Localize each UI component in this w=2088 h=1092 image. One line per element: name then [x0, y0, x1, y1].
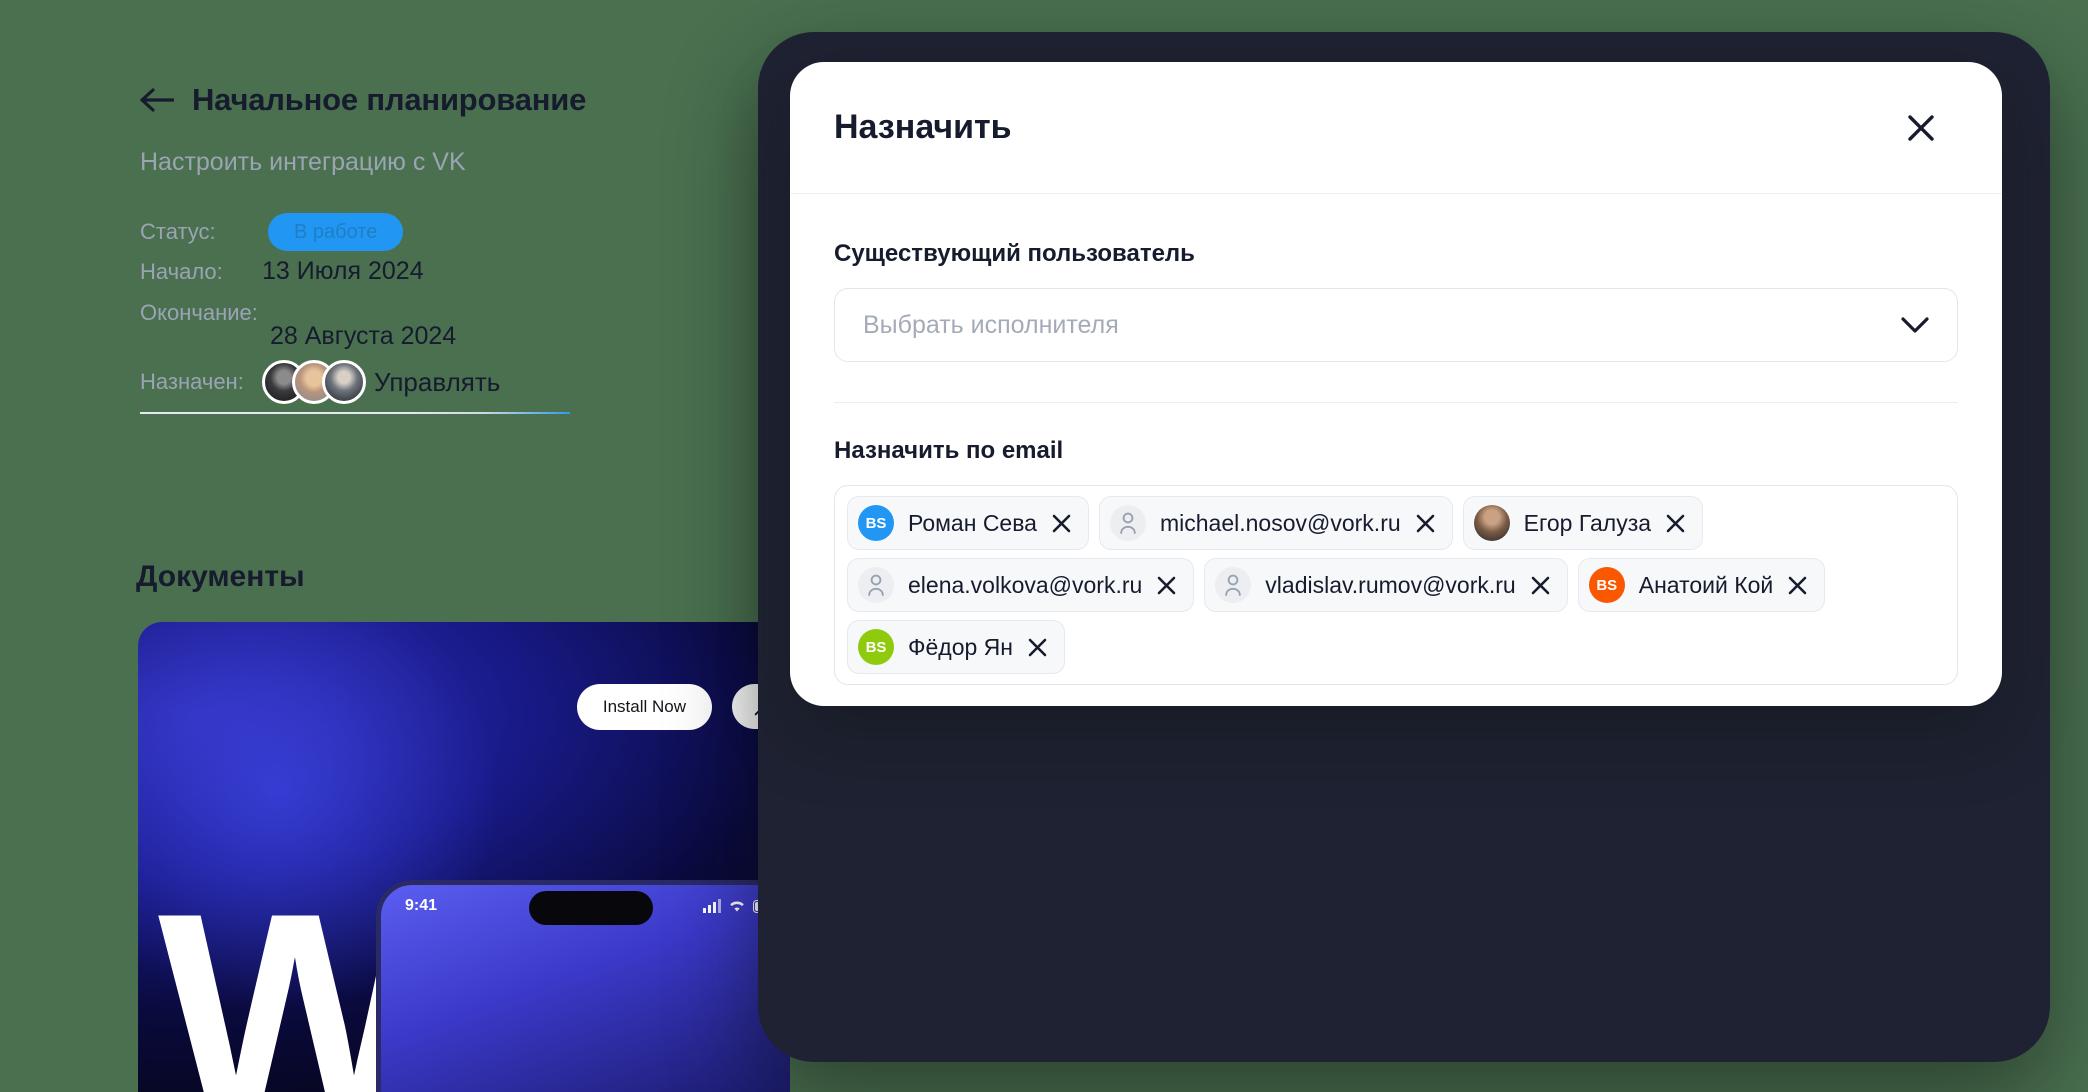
modal-footer: Закрыть Пригласить	[790, 685, 2002, 706]
task-detail-panel: Начальное планирование Настроить интегра…	[0, 0, 790, 1092]
task-subtitle: Настроить интеграцию с VK	[140, 148, 466, 176]
email-chip-label: elena.volkova@vork.ru	[908, 571, 1143, 598]
email-chip-label: vladislav.rumov@vork.ru	[1265, 571, 1516, 598]
divider	[140, 412, 570, 414]
email-chip[interactable]: BS Анатоий Кой	[1577, 558, 1826, 612]
avatar: BS	[858, 505, 894, 541]
task-assigned-row: Назначен: Управлять	[140, 360, 500, 404]
avatar: BS	[858, 629, 894, 665]
install-now-button[interactable]: Install Now	[576, 684, 712, 730]
email-chip[interactable]: BS Фёдор Ян	[847, 620, 1065, 674]
user-icon	[858, 567, 894, 603]
modal-header: Назначить	[790, 62, 2002, 194]
close-icon[interactable]	[1051, 513, 1072, 534]
email-chip-label: Фёдор Ян	[908, 633, 1013, 660]
user-icon	[1109, 505, 1146, 541]
screen: Начальное планирование Настроить интегра…	[0, 0, 2088, 1092]
email-chips-input[interactable]: BS Роман Сева michael.nosov@vork.ru Егор Га…	[834, 485, 1958, 685]
phone-mockup: 9:41	[376, 880, 790, 1092]
start-value: 13 Июля 2024	[262, 257, 424, 285]
task-status-row: Статус: В работе	[140, 213, 404, 251]
wifi-icon	[730, 901, 744, 912]
status-label: Статус:	[140, 219, 216, 244]
assignee-select[interactable]: Выбрать исполнителя	[834, 288, 1958, 362]
task-header: Начальное планирование	[140, 82, 586, 118]
phone-status-bar: 9:41	[381, 897, 790, 915]
email-chip[interactable]: michael.nosov@vork.ru	[1098, 496, 1453, 550]
existing-user-label: Существующий пользователь	[834, 240, 1195, 267]
modal-body: Существующий пользователь Выбрать исполн…	[790, 194, 2002, 685]
task-end-row: Окончание: 28 Августа 2024	[140, 300, 456, 351]
arrow-left-icon[interactable]	[140, 86, 174, 114]
document-preview-card[interactable]: W3 Install Now 9:41 ◆	[138, 622, 790, 1092]
end-value: 28 Августа 2024	[270, 322, 457, 350]
page-title: Начальное планирование	[192, 82, 587, 117]
close-icon[interactable]	[1415, 513, 1436, 534]
email-chip[interactable]: Егор Галуза	[1462, 496, 1704, 550]
assignee-select-placeholder: Выбрать исполнителя	[863, 310, 1119, 339]
email-chip-label: michael.nosov@vork.ru	[1159, 509, 1401, 536]
assigned-label: Назначен:	[140, 369, 244, 394]
email-chip-label: Роман Сева	[908, 509, 1037, 536]
email-chip[interactable]: vladislav.rumov@vork.ru	[1204, 558, 1568, 612]
modal-title: Назначить	[834, 108, 1012, 146]
status-badge[interactable]: В работе	[268, 213, 404, 251]
email-chip-label: Егор Галуза	[1523, 509, 1652, 536]
phone-time: 9:41	[405, 897, 438, 914]
avatar	[1473, 505, 1510, 541]
email-chip[interactable]: BS Роман Сева	[847, 496, 1089, 550]
manage-assignees-link[interactable]: Управлять	[374, 367, 500, 398]
end-label: Окончание:	[140, 300, 258, 325]
start-label: Начало:	[140, 258, 223, 284]
documents-heading: Документы	[136, 560, 305, 593]
close-icon[interactable]	[1156, 575, 1177, 596]
chevron-down-icon	[1901, 316, 1929, 334]
assign-modal: Назначить Существующий пользователь Выбр…	[790, 62, 2002, 706]
email-chip-label: Анатоий Кой	[1638, 571, 1774, 598]
close-icon[interactable]	[1665, 513, 1686, 534]
close-icon[interactable]	[1530, 575, 1551, 596]
close-icon[interactable]	[1027, 637, 1048, 658]
cellular-icon	[703, 899, 721, 913]
avatar: BS	[1588, 567, 1625, 603]
avatar	[322, 360, 366, 404]
task-start-row: Начало: 13 Июля 2024	[140, 257, 424, 286]
assignee-avatar-stack[interactable]	[262, 360, 366, 404]
close-icon[interactable]	[1787, 575, 1808, 596]
close-icon[interactable]	[1898, 105, 1944, 151]
divider	[834, 402, 1958, 403]
email-assign-label: Назначить по email	[834, 437, 1064, 464]
user-icon	[1215, 567, 1252, 603]
email-chip[interactable]: elena.volkova@vork.ru	[847, 558, 1195, 612]
